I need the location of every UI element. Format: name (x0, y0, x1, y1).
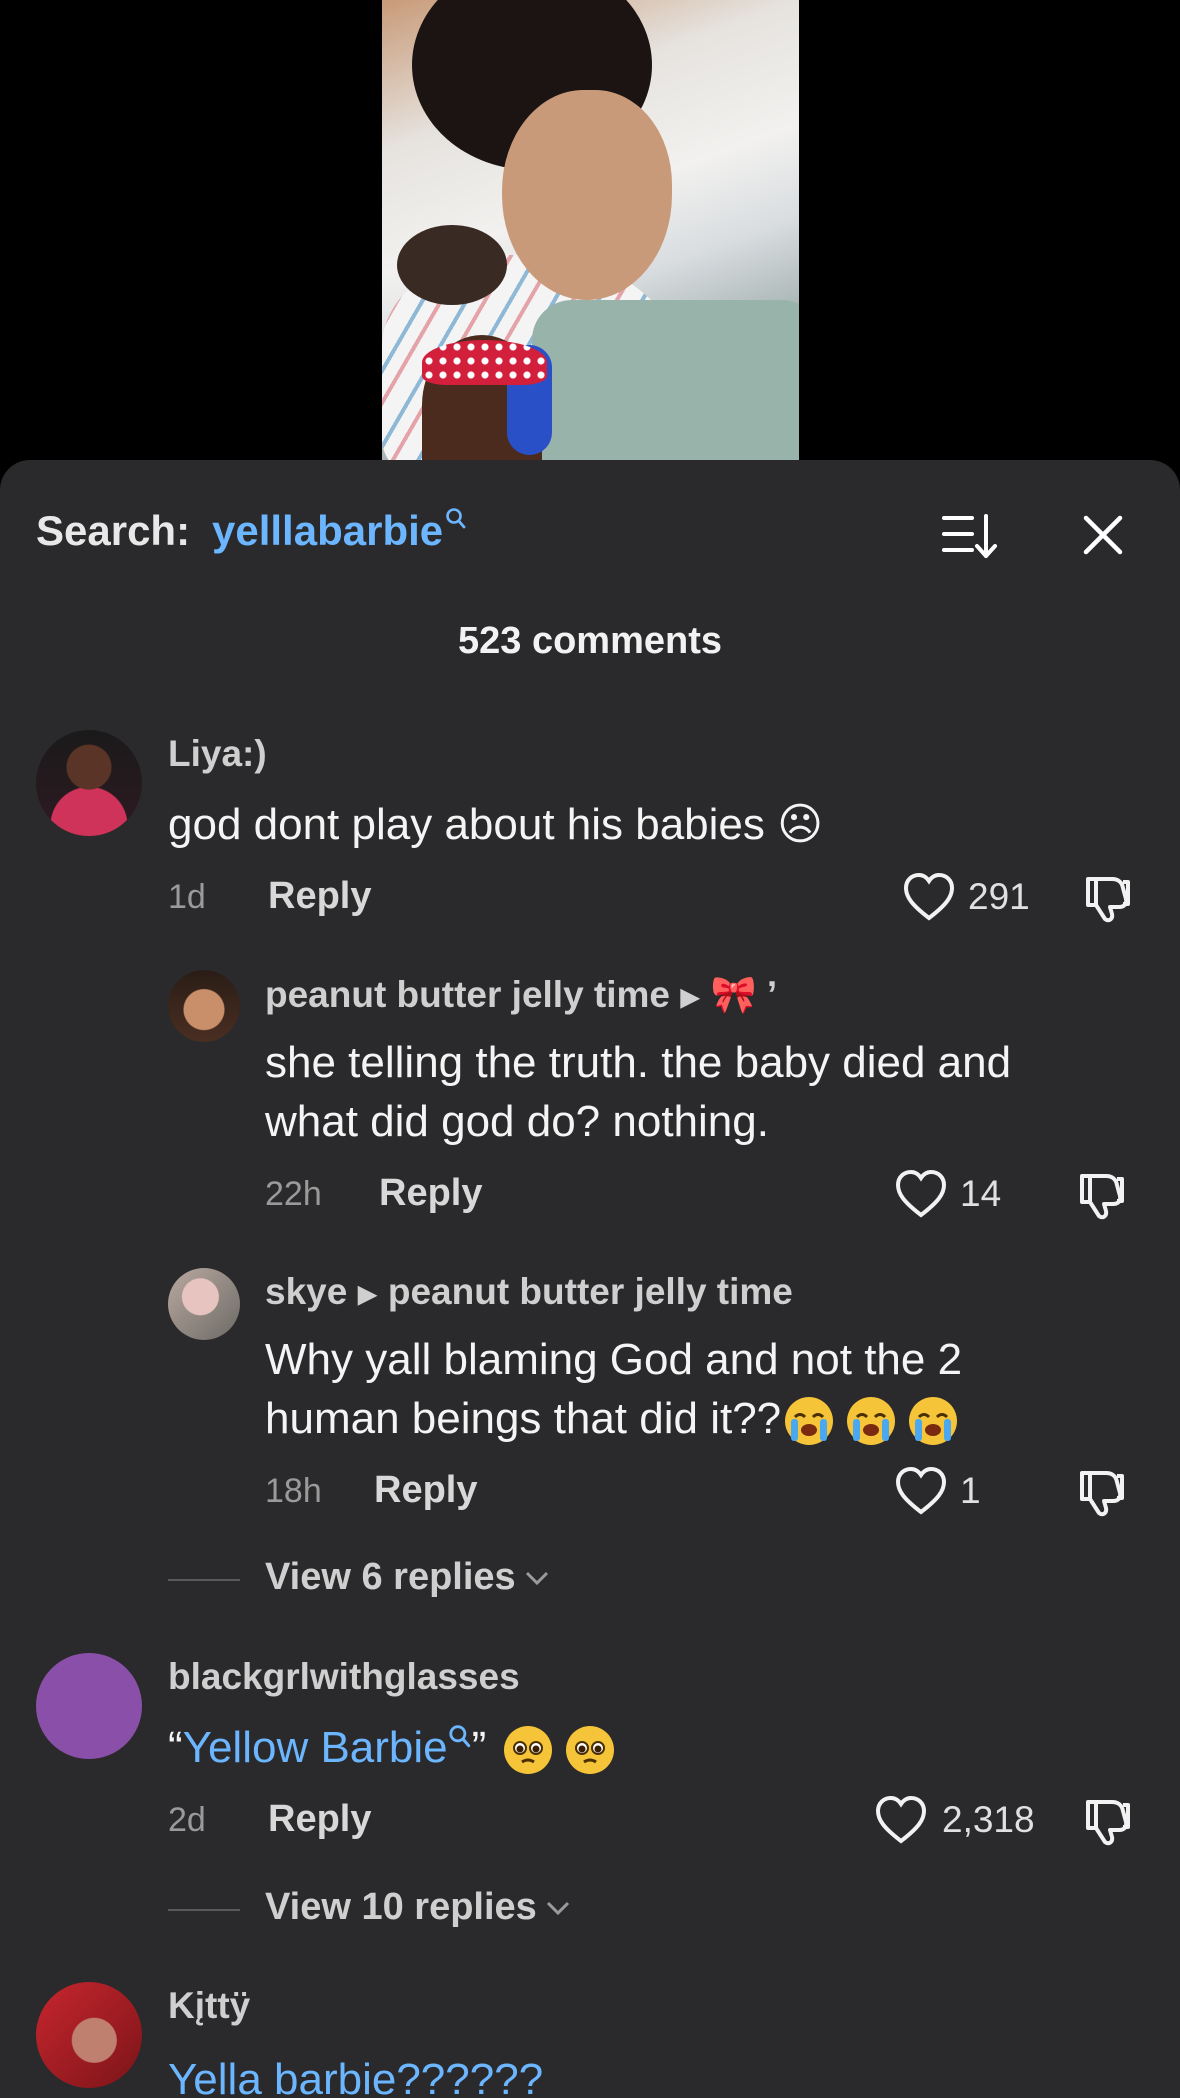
search-prefix: Search: (36, 507, 191, 554)
heart-icon[interactable] (902, 872, 956, 922)
comment-text: “Yellow Barbie ” (168, 1718, 615, 1778)
like-count: 291 (968, 876, 1030, 917)
video-gown (532, 300, 799, 460)
reply-username-text[interactable]: skye (265, 1271, 347, 1312)
pleading-face-icon (566, 1726, 615, 1775)
quote-open: “ (168, 1723, 183, 1772)
comment-username[interactable]: Kįttÿ (168, 1985, 250, 2027)
quote-close: ” (471, 1723, 487, 1772)
divider (168, 1579, 240, 1581)
reply-arrow-icon: ▶ (680, 981, 701, 1012)
reply-to-name[interactable]: 🎀 ’ (711, 974, 778, 1015)
search-link[interactable]: Yellow Barbie (183, 1723, 472, 1772)
video-face (502, 90, 672, 300)
reply-button[interactable]: Reply (379, 1172, 482, 1215)
reply-text-line-2: what did god do? nothing. (265, 1097, 769, 1146)
reply-time: 18h (265, 1472, 322, 1510)
reply-text-line-2-text: human beings that did it?? (265, 1394, 782, 1443)
divider (168, 1909, 240, 1911)
search-icon (449, 1725, 470, 1748)
comment-username[interactable]: blackgrlwithglasses (168, 1656, 520, 1698)
view-replies-label: View 10 replies (265, 1886, 537, 1928)
comments-header: Search: yelllabarbie (0, 460, 1180, 610)
crying-face-icon (909, 1397, 958, 1446)
avatar[interactable] (168, 970, 240, 1042)
chevron-down-icon (525, 1571, 548, 1586)
avatar[interactable] (168, 1268, 240, 1340)
comment-text-partial: Yella barbie?????? (168, 2055, 544, 2098)
video-baby (397, 225, 507, 305)
reply-username: peanut butter jelly time ▶ 🎀 ’ (265, 974, 777, 1017)
view-replies-button[interactable]: View 10 replies (265, 1886, 573, 1929)
avatar[interactable] (36, 730, 142, 836)
like-count: 2,318 (942, 1799, 1035, 1840)
reply-button[interactable]: Reply (268, 875, 371, 918)
comments-sheet: Search: yelllabarbie 523 comments Liya:)… (0, 460, 1180, 2098)
avatar[interactable] (36, 1653, 142, 1759)
comment-username[interactable]: Liya:) (168, 733, 267, 775)
reply-to-name[interactable]: peanut butter jelly time (388, 1271, 793, 1312)
chevron-down-icon (546, 1901, 569, 1916)
reply-arrow-icon: ▶ (357, 1278, 378, 1309)
reply-username-text[interactable]: peanut butter jelly time (265, 974, 670, 1015)
crying-face-icon (847, 1397, 896, 1446)
search-link[interactable]: yelllabarbie (212, 507, 467, 555)
avatar[interactable] (36, 1982, 142, 2088)
heart-icon[interactable] (894, 1466, 948, 1516)
like-count: 1 (960, 1470, 981, 1511)
dislike-icon[interactable] (1076, 1467, 1128, 1517)
like-count: 14 (960, 1173, 1002, 1214)
reply-button[interactable]: Reply (268, 1798, 371, 1841)
comment-time: 2d (168, 1801, 206, 1839)
view-replies-label: View 6 replies (265, 1556, 516, 1598)
reply-text-line-1: she telling the truth. the baby died and (265, 1038, 1012, 1087)
search-term-text: yelllabarbie (212, 507, 444, 554)
crying-face-icon (785, 1397, 834, 1446)
pleading-face-icon (504, 1726, 553, 1775)
search-link-text: Yellow Barbie (182, 1723, 448, 1772)
heart-icon[interactable] (894, 1169, 948, 1219)
comment-time: 1d (168, 878, 206, 916)
search-icon (446, 508, 466, 529)
view-replies-button[interactable]: View 6 replies (265, 1556, 552, 1599)
heart-icon[interactable] (874, 1795, 928, 1845)
reply-time: 22h (265, 1175, 322, 1213)
comment-text: god dont play about his babies ☹ (168, 800, 823, 849)
video-preview[interactable] (382, 0, 799, 460)
video-bandana (422, 340, 547, 385)
reply-text-line-2: human beings that did it?? (265, 1389, 958, 1449)
comments-count: 523 comments (457, 620, 722, 662)
reply-button[interactable]: Reply (374, 1469, 477, 1512)
sort-icon[interactable] (940, 510, 1000, 562)
close-icon[interactable] (1078, 510, 1128, 560)
reply-username: skye ▶ peanut butter jelly time (265, 1271, 793, 1313)
dislike-icon[interactable] (1082, 873, 1134, 923)
dislike-icon[interactable] (1076, 1170, 1128, 1220)
dislike-icon[interactable] (1082, 1796, 1134, 1846)
reply-text-line-1: Why yall blaming God and not the 2 (265, 1335, 963, 1384)
